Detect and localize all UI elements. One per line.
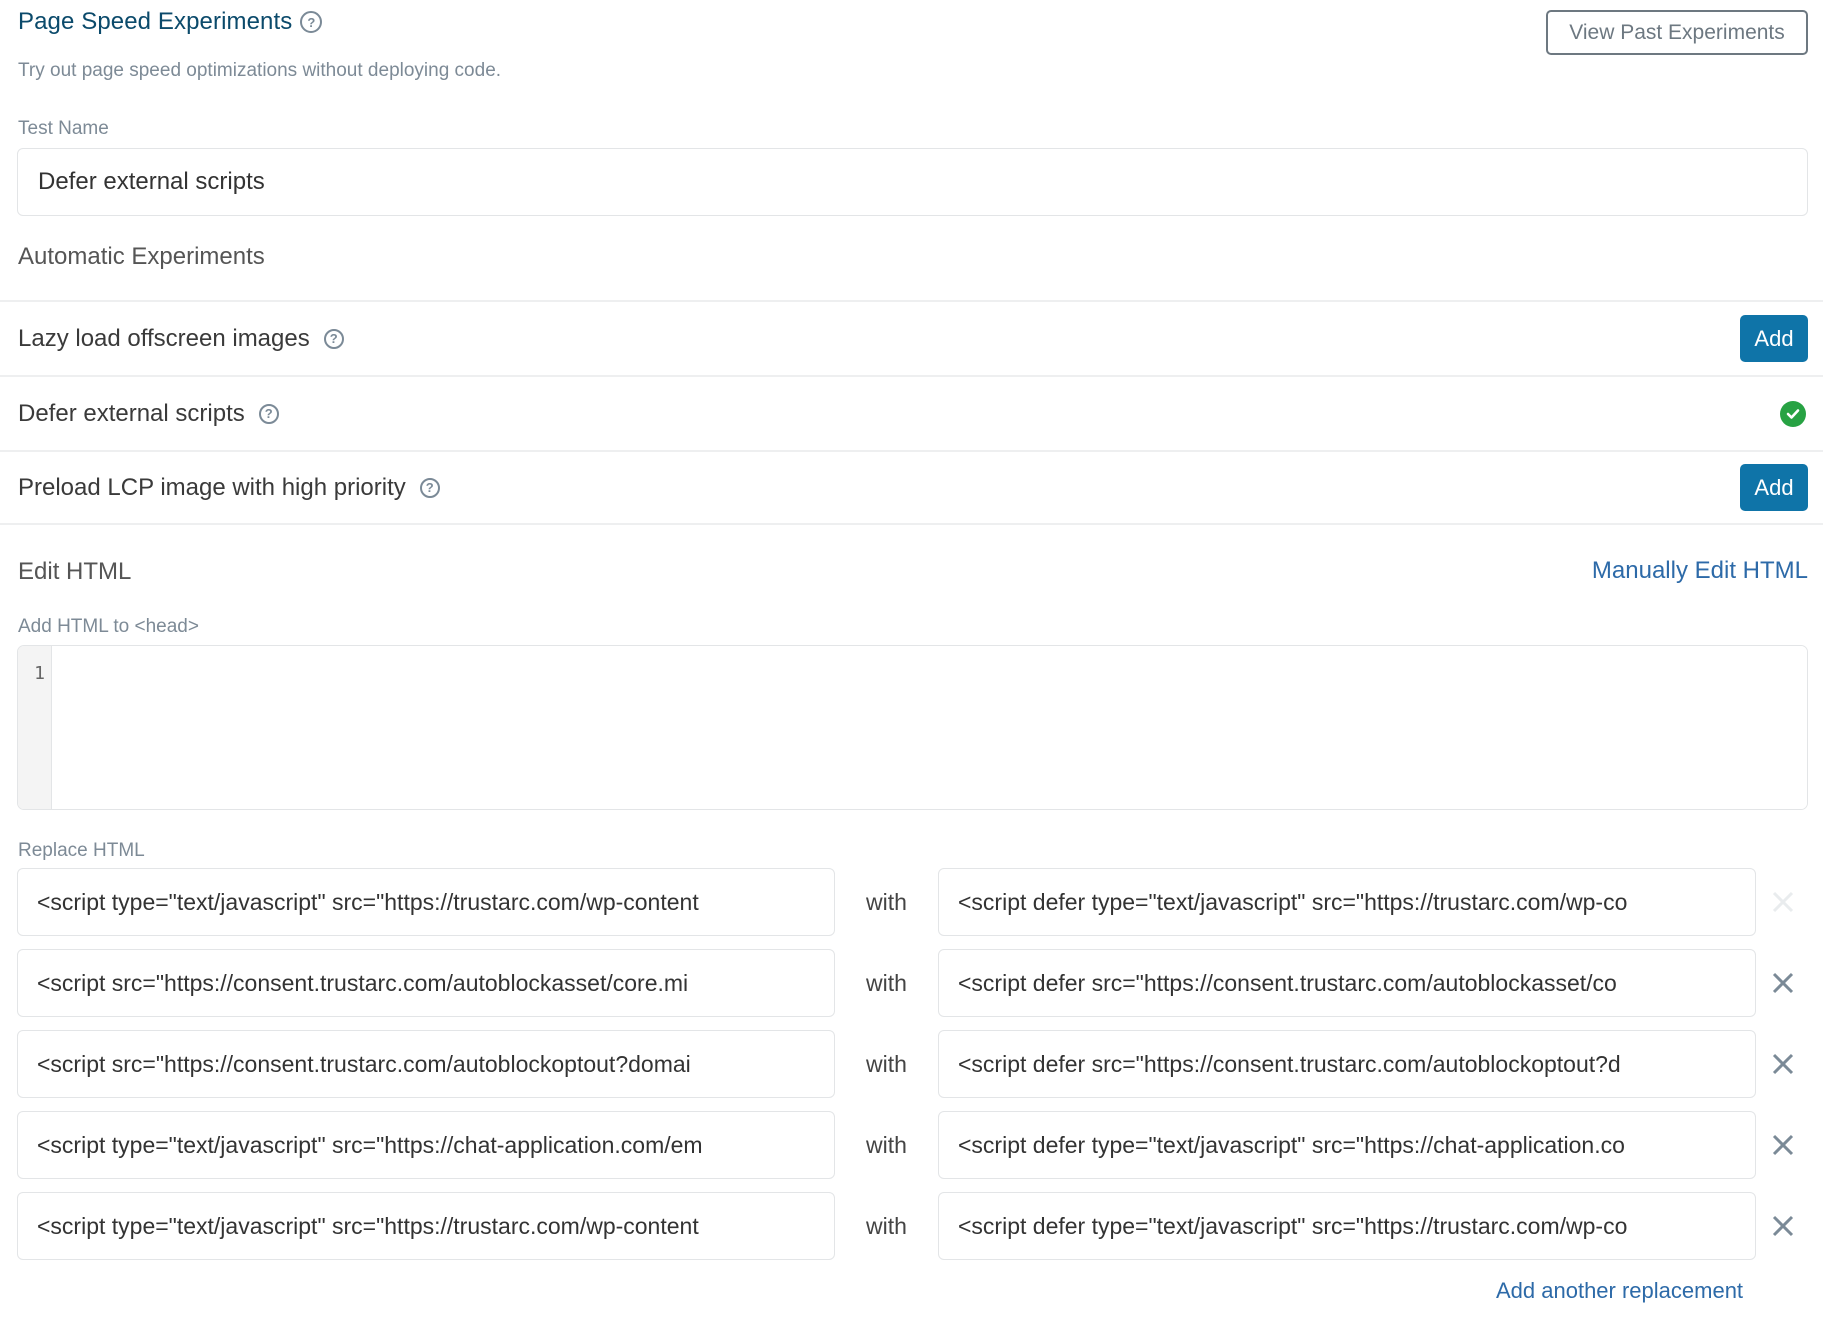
experiment-name: Defer external scripts xyxy=(18,399,245,427)
remove-replacement-button[interactable] xyxy=(1758,949,1808,1017)
replace-row: <script src="https://consent.trustarc.co… xyxy=(17,949,1823,1017)
experiment-label: Defer external scripts ? xyxy=(18,400,279,428)
page-speed-experiments-page: Page Speed Experiments ? Try out page sp… xyxy=(0,0,1823,1329)
experiment-row-preload-lcp: Preload LCP image with high priority ? A… xyxy=(0,450,1823,525)
experiment-row-lazy-load: Lazy load offscreen images ? Add xyxy=(0,300,1823,375)
replace-html-label: Replace HTML xyxy=(18,840,145,861)
with-label: with xyxy=(866,969,907,996)
page-subtitle: Try out page speed optimizations without… xyxy=(18,60,502,81)
help-icon[interactable]: ? xyxy=(300,11,323,33)
close-icon xyxy=(1772,1053,1794,1075)
find-html-input[interactable]: <script type="text/javascript" src="http… xyxy=(17,868,835,936)
replacement-html-input[interactable]: <script defer type="text/javascript" src… xyxy=(938,868,1756,936)
experiment-name: Lazy load offscreen images xyxy=(18,324,310,352)
find-html-input[interactable]: <script type="text/javascript" src="http… xyxy=(17,1111,835,1179)
replace-row: <script src="https://consent.trustarc.co… xyxy=(17,1030,1823,1098)
automatic-experiments-heading: Automatic Experiments xyxy=(18,243,265,270)
test-name-value: Defer external scripts xyxy=(38,168,265,195)
replacement-html-input[interactable]: <script defer src="https://consent.trust… xyxy=(938,949,1756,1017)
manually-edit-html-link[interactable]: Manually Edit HTML xyxy=(1592,557,1808,585)
find-html-input[interactable]: <script src="https://consent.trustarc.co… xyxy=(17,949,835,1017)
edit-html-heading: Edit HTML xyxy=(18,558,132,585)
close-icon xyxy=(1772,891,1794,913)
replacement-html-input[interactable]: <script defer src="https://consent.trust… xyxy=(938,1030,1756,1098)
replace-row: <script type="text/javascript" src="http… xyxy=(17,1192,1823,1260)
add-html-head-label: Add HTML to <head> xyxy=(18,616,199,637)
check-circle-icon xyxy=(1780,400,1806,427)
with-label: with xyxy=(866,1212,907,1239)
editor-text-area[interactable] xyxy=(52,646,1807,809)
with-label: with xyxy=(866,888,907,915)
remove-replacement-button[interactable] xyxy=(1758,1192,1808,1260)
page-title: Page Speed Experiments xyxy=(18,8,293,35)
help-icon[interactable]: ? xyxy=(323,328,344,349)
remove-replacement-button[interactable] xyxy=(1758,1111,1808,1179)
replacement-html-input[interactable]: <script defer type="text/javascript" src… xyxy=(938,1192,1756,1260)
line-number: 1 xyxy=(34,663,45,684)
find-html-input[interactable]: <script type="text/javascript" src="http… xyxy=(17,1192,835,1260)
close-icon xyxy=(1772,972,1794,994)
experiment-label: Preload LCP image with high priority ? xyxy=(18,474,440,502)
help-icon[interactable]: ? xyxy=(258,403,279,424)
remove-replacement-button xyxy=(1758,868,1808,936)
add-another-replacement-link[interactable]: Add another replacement xyxy=(1496,1278,1743,1304)
add-lazy-load-button[interactable]: Add xyxy=(1740,315,1808,362)
automatic-experiments-list: Lazy load offscreen images ? Add Defer e… xyxy=(0,300,1823,525)
replace-rows: <script type="text/javascript" src="http… xyxy=(17,868,1823,1273)
replace-row: <script type="text/javascript" src="http… xyxy=(17,868,1823,936)
add-preload-lcp-button[interactable]: Add xyxy=(1740,464,1808,511)
with-label: with xyxy=(866,1050,907,1077)
help-icon[interactable]: ? xyxy=(419,477,440,498)
editor-gutter: 1 xyxy=(18,646,52,809)
experiment-label: Lazy load offscreen images ? xyxy=(18,325,344,353)
replace-row: <script type="text/javascript" src="http… xyxy=(17,1111,1823,1179)
replacement-html-input[interactable]: <script defer type="text/javascript" src… xyxy=(938,1111,1756,1179)
find-html-input[interactable]: <script src="https://consent.trustarc.co… xyxy=(17,1030,835,1098)
test-name-label: Test Name xyxy=(18,118,109,139)
head-html-editor[interactable]: 1 xyxy=(17,645,1808,810)
with-label: with xyxy=(866,1131,907,1158)
experiment-name: Preload LCP image with high priority xyxy=(18,473,406,501)
remove-replacement-button[interactable] xyxy=(1758,1030,1808,1098)
test-name-input[interactable]: Defer external scripts xyxy=(17,148,1808,216)
experiment-row-defer-scripts: Defer external scripts ? xyxy=(0,375,1823,450)
title-row: Page Speed Experiments ? xyxy=(18,8,323,36)
view-past-experiments-button[interactable]: View Past Experiments xyxy=(1546,10,1808,55)
close-icon xyxy=(1772,1134,1794,1156)
close-icon xyxy=(1772,1215,1794,1237)
